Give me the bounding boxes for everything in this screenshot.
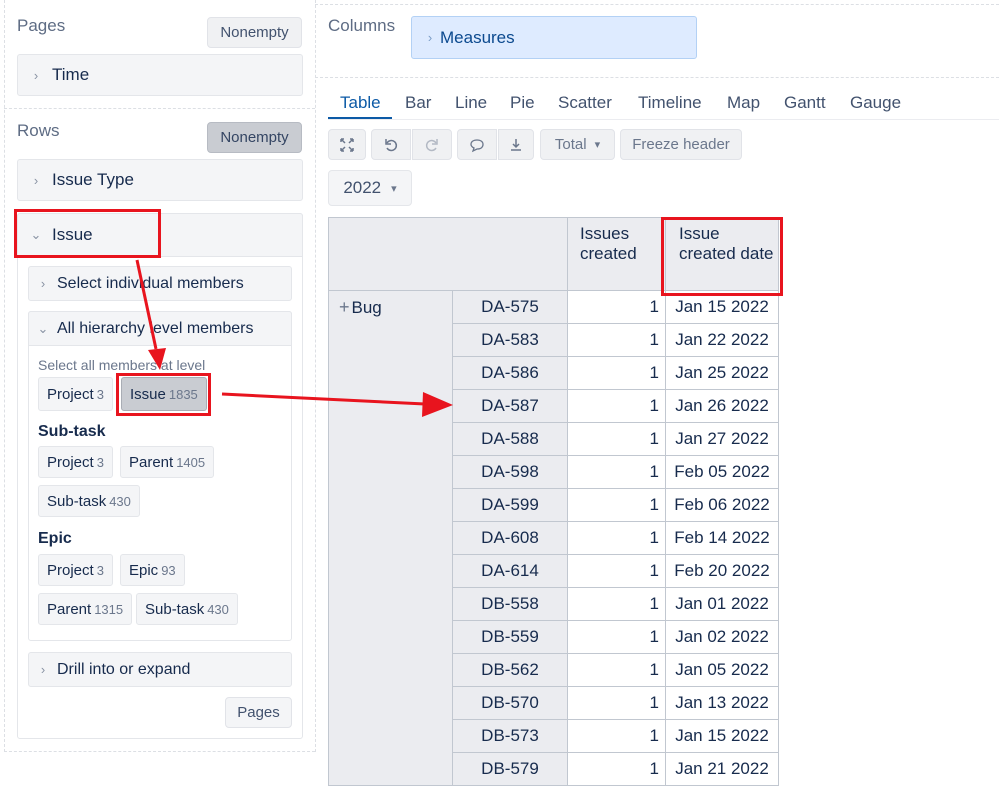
- arrow-head-icon: [422, 392, 453, 417]
- arrow-line: [135, 259, 158, 350]
- arrow-line: [221, 392, 426, 406]
- annotation-arrows: [135, 259, 453, 417]
- arrow-head-icon: [148, 348, 166, 370]
